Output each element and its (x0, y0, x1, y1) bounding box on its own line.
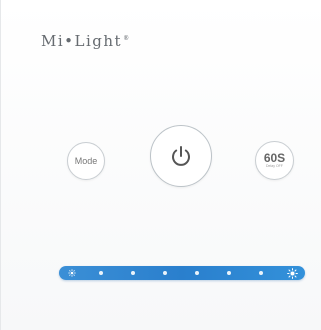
timer-button-sublabel: Delay OFF (266, 164, 283, 168)
brightness-level-dot (163, 271, 167, 275)
mode-button[interactable]: Mode (67, 142, 105, 180)
brightness-level-dot (99, 271, 103, 275)
brightness-level-dot (259, 271, 263, 275)
sun-bright-icon (285, 266, 299, 280)
timer-button[interactable]: 60S Delay OFF (255, 141, 294, 180)
registered-mark: ® (123, 35, 131, 42)
mode-button-label: Mode (74, 156, 98, 166)
brand-name: Mi•Light (41, 32, 123, 50)
brightness-level-dot (195, 271, 199, 275)
timer-button-label: 60S (263, 151, 286, 165)
control-panel: Mi•Light® Mode 60S Delay OFF (0, 0, 321, 330)
power-button[interactable] (150, 125, 212, 187)
brightness-level-dot (227, 271, 231, 275)
power-icon (172, 146, 190, 166)
brightness-slider[interactable] (59, 266, 305, 280)
brightness-level-dot (131, 271, 135, 275)
sun-dim-icon (65, 266, 79, 280)
brand-logo: Mi•Light® (41, 32, 131, 50)
